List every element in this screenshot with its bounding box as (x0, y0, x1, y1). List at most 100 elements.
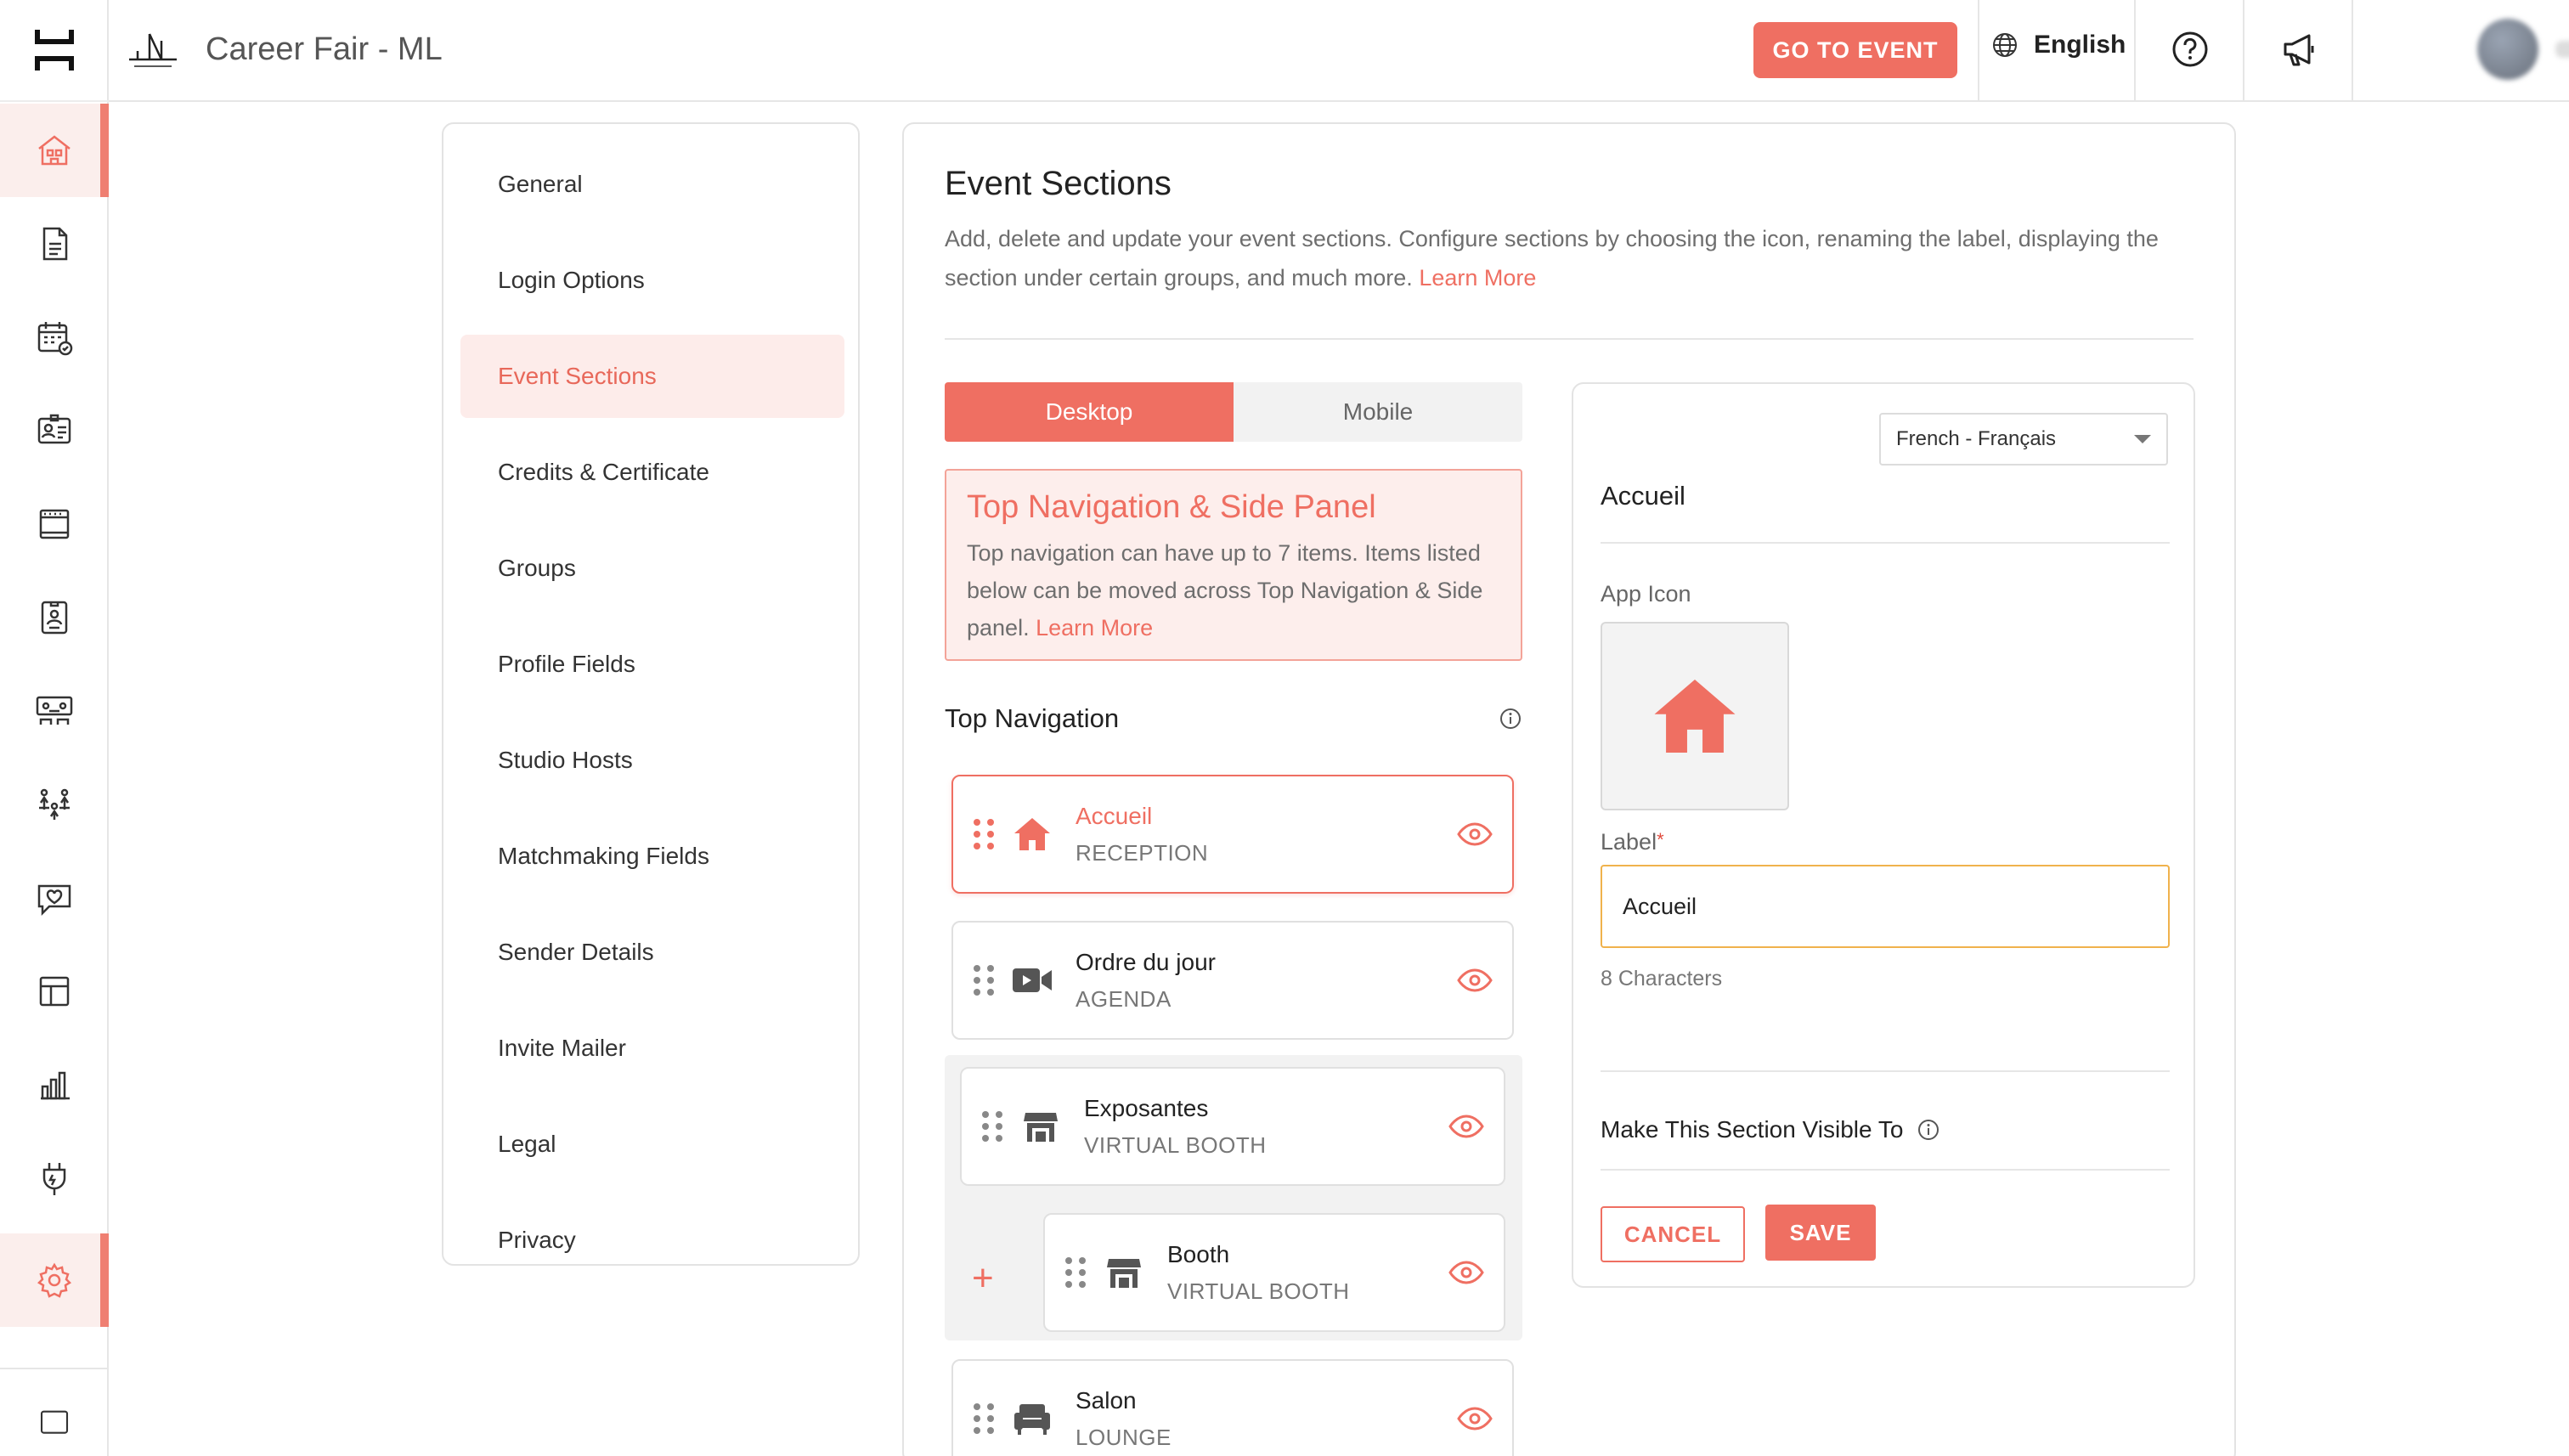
page-title: Event Sections (945, 165, 1172, 202)
section-editor: French - Français Accueil App Icon Label… (1572, 382, 2195, 1288)
label-input[interactable] (1601, 865, 2170, 948)
user-menu[interactable] (2477, 19, 2569, 80)
menu-item-general[interactable]: General (460, 143, 844, 226)
nav-item-title: Salon (1076, 1386, 1137, 1414)
drag-handle-icon[interactable] (1065, 1257, 1087, 1288)
eye-icon[interactable] (1456, 962, 1493, 999)
store-icon (1103, 1251, 1145, 1294)
notice-learn-more-link[interactable]: Learn More (1036, 615, 1153, 641)
sidebar-item-networking[interactable] (0, 758, 109, 851)
info-icon[interactable] (1917, 1118, 1940, 1142)
event-logo-icon (129, 33, 177, 67)
eye-icon[interactable] (1448, 1254, 1485, 1291)
badge-icon (41, 601, 68, 635)
char-count: 8 Characters (1601, 967, 1723, 990)
menu-item-groups[interactable]: Groups (460, 527, 844, 610)
menu-item-invite-mailer[interactable]: Invite Mailer (460, 1007, 844, 1090)
menu-item-profile-fields[interactable]: Profile Fields (460, 623, 844, 706)
sidebar-item-pages[interactable] (0, 197, 109, 291)
calendar-icon (37, 322, 73, 356)
sidebar-item-analytics[interactable] (0, 1038, 109, 1132)
sidebar-item-registration[interactable] (0, 384, 109, 477)
platform-toggle: Desktop Mobile (945, 382, 1522, 442)
language-select[interactable]: French - Français (1879, 413, 2168, 466)
chevron-down-icon (2134, 435, 2151, 443)
editor-divider (1601, 1169, 2170, 1171)
drag-handle-icon[interactable] (974, 965, 996, 996)
eye-icon[interactable] (1448, 1108, 1485, 1145)
eye-icon[interactable] (1456, 1400, 1493, 1437)
sidebar-item-collapse[interactable] (0, 1402, 109, 1456)
menu-item-matchmaking-fields[interactable]: Matchmaking Fields (460, 815, 844, 898)
drag-handle-icon[interactable] (974, 819, 996, 849)
info-icon[interactable] (1499, 707, 1522, 731)
document-icon (42, 227, 68, 261)
globe-icon (1993, 33, 2017, 57)
menu-item-credits-certificate[interactable]: Credits & Certificate (460, 431, 844, 514)
menu-item-sender-details[interactable]: Sender Details (460, 911, 844, 994)
sidebar-item-booths[interactable] (0, 477, 109, 571)
event-sections-panel: Event Sections Add, delete and update yo… (902, 122, 2236, 1456)
nav-item-card[interactable]: Exposantes VIRTUAL BOOTH (960, 1067, 1505, 1186)
nav-item-card[interactable]: Accueil RECEPTION (951, 775, 1514, 894)
learn-more-link[interactable]: Learn More (1419, 265, 1536, 291)
nav-item-title: Booth (1167, 1240, 1230, 1267)
label-field-label: Label* (1601, 829, 1664, 855)
cancel-button[interactable]: CANCEL (1601, 1206, 1745, 1262)
announcements-button[interactable] (2280, 31, 2318, 72)
sidebar-item-event[interactable] (0, 104, 109, 197)
sofa-icon (1011, 1397, 1053, 1440)
save-button[interactable]: SAVE (1765, 1205, 1876, 1261)
id-card-icon (37, 414, 71, 444)
language-label: English (2034, 31, 2126, 59)
navigation-notice: Top Navigation & Side Panel Top navigati… (945, 469, 1522, 661)
drag-handle-icon[interactable] (974, 1403, 996, 1434)
visibility-label: Make This Section Visible To (1601, 1116, 1904, 1143)
app-logo[interactable] (0, 0, 109, 102)
home-icon (1654, 680, 1736, 753)
help-icon (2172, 31, 2208, 67)
menu-item-legal[interactable]: Legal (460, 1103, 844, 1186)
chat-heart-icon (37, 884, 71, 917)
nav-item-card[interactable]: Salon LOUNGE (951, 1359, 1514, 1456)
sidebar-item-agenda[interactable] (0, 291, 109, 384)
home-icon (1011, 813, 1053, 855)
app-icon-label: App Icon (1601, 581, 1691, 607)
app-icon-picker[interactable] (1601, 622, 1789, 810)
nav-item-title: Ordre du jour (1076, 948, 1216, 975)
top-navigation-label: Top Navigation (945, 703, 1120, 733)
menu-item-studio-hosts[interactable]: Studio Hosts (460, 719, 844, 802)
menu-item-login-options[interactable]: Login Options (460, 239, 844, 322)
section-divider (945, 338, 2194, 340)
sidebar-item-badges[interactable] (0, 571, 109, 664)
nav-item-text: Booth VIRTUAL BOOTH (1167, 1241, 1448, 1305)
editor-divider (1601, 1070, 2170, 1072)
sidebar-item-lounge[interactable] (0, 664, 109, 758)
tab-desktop[interactable]: Desktop (945, 382, 1234, 442)
avatar (2477, 19, 2538, 80)
sidebar-item-integrations[interactable] (0, 1132, 109, 1225)
sidebar-item-layout[interactable] (0, 945, 109, 1038)
notice-text: Top navigation can have up to 7 items. I… (967, 534, 1500, 646)
sidebar-item-settings[interactable] (0, 1233, 109, 1327)
menu-item-privacy[interactable]: Privacy (460, 1199, 844, 1282)
header-divider (2352, 0, 2353, 100)
language-switcher[interactable]: English (1991, 31, 2126, 59)
add-subitem-button[interactable]: + (972, 1257, 994, 1300)
tab-mobile[interactable]: Mobile (1234, 382, 1522, 442)
menu-item-event-sections[interactable]: Event Sections (460, 335, 844, 418)
help-button[interactable] (2171, 31, 2209, 72)
nav-item-text: Salon LOUNGE (1076, 1387, 1456, 1451)
nav-item-card[interactable]: Ordre du jour AGENDA (951, 921, 1514, 1040)
settings-menu: General Login Options Event Sections Cre… (442, 122, 860, 1266)
go-to-event-button[interactable]: GO TO EVENT (1753, 22, 1957, 78)
nav-item-card[interactable]: Booth VIRTUAL BOOTH (1043, 1213, 1505, 1332)
booth-icon (39, 509, 70, 539)
nav-item-subtitle: VIRTUAL BOOTH (1167, 1278, 1350, 1304)
nav-item-subtitle: AGENDA (1076, 985, 1172, 1012)
logo-icon (35, 30, 74, 71)
eye-icon[interactable] (1456, 815, 1493, 853)
rail-divider (0, 1368, 109, 1369)
sidebar-item-engagement[interactable] (0, 851, 109, 945)
drag-handle-icon[interactable] (982, 1111, 1004, 1142)
